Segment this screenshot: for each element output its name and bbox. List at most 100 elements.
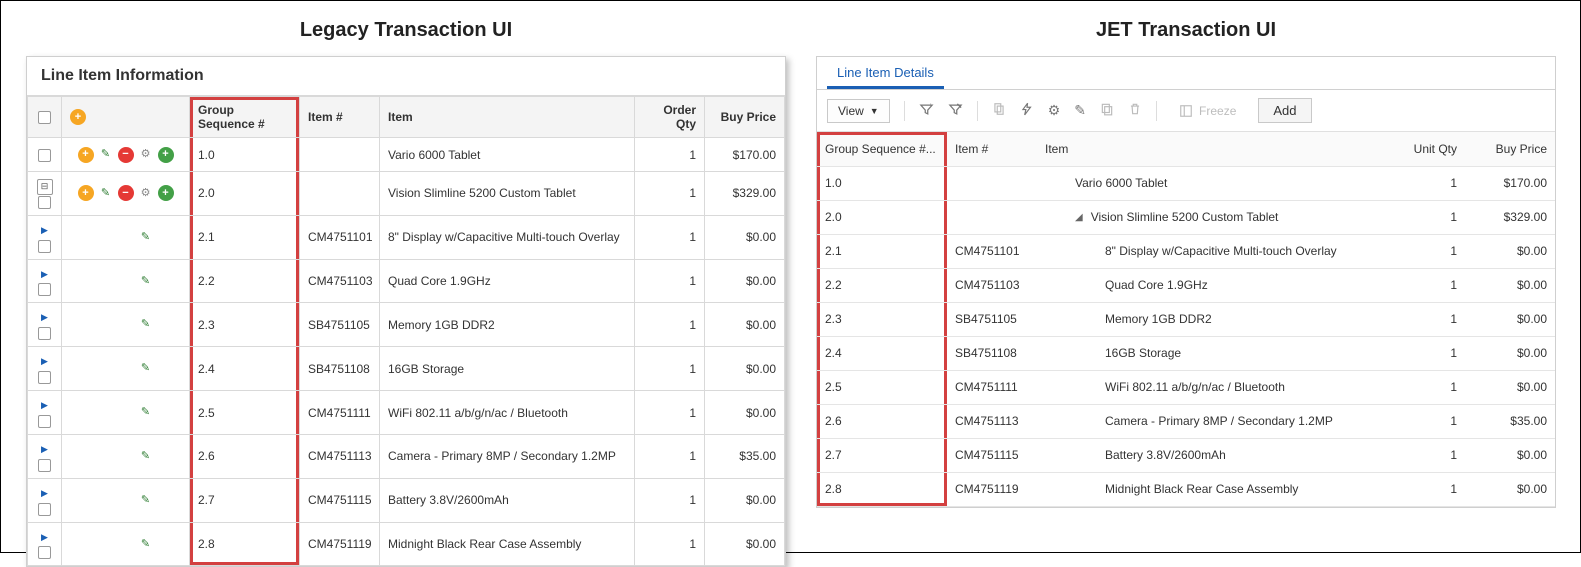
collapse-icon[interactable]: ◢ [1075, 212, 1083, 223]
plus-green-icon[interactable]: + [158, 147, 174, 163]
remove-icon[interactable]: − [118, 185, 134, 201]
edit-icon[interactable]: ✎ [138, 273, 154, 289]
edit-icon[interactable]: ✎ [98, 185, 114, 201]
table-row[interactable]: 2.6CM4751113Camera - Primary 8MP / Secon… [817, 404, 1555, 438]
jet-header-item-num[interactable]: Item # [947, 132, 1037, 166]
row-checkbox-cell[interactable]: ▶ [28, 215, 62, 259]
group-seq-cell: 2.6 [190, 434, 300, 478]
row-checkbox-cell[interactable]: ▶ [28, 347, 62, 391]
trash-icon[interactable] [1128, 102, 1142, 119]
jet-tab-line-item-details[interactable]: Line Item Details [827, 57, 944, 89]
row-checkbox-cell[interactable]: ▶ [28, 391, 62, 435]
row-checkbox-cell[interactable]: ▶ [28, 522, 62, 566]
checkbox-icon[interactable] [38, 149, 51, 162]
item-num-cell: CM4751101 [300, 215, 380, 259]
checkbox-icon[interactable] [38, 111, 51, 124]
edit-icon[interactable]: ✎ [138, 448, 154, 464]
table-row[interactable]: 2.5CM4751111WiFi 802.11 a/b/g/n/ac / Blu… [817, 370, 1555, 404]
checkbox-icon[interactable] [38, 415, 51, 428]
row-checkbox-cell[interactable]: ⊟ [28, 172, 62, 216]
lightning-icon[interactable] [1020, 102, 1034, 119]
edit-icon[interactable]: ✎ [138, 405, 154, 421]
copy-doc-icon[interactable] [992, 102, 1006, 119]
row-checkbox-cell[interactable] [28, 138, 62, 172]
filter-add-icon[interactable]: + [919, 102, 934, 120]
item-name-cell: ◢Vision Slimline 5200 Custom Tablet [1037, 200, 1385, 234]
plus-green-icon[interactable]: + [158, 185, 174, 201]
expand-icon[interactable]: ▶ [37, 441, 53, 457]
table-row[interactable]: 2.1CM47511018" Display w/Capacitive Mult… [817, 234, 1555, 268]
group-seq-cell: 2.5 [817, 370, 947, 404]
row-checkbox-cell[interactable]: ▶ [28, 434, 62, 478]
row-checkbox-cell[interactable]: ▶ [28, 478, 62, 522]
table-row[interactable]: ▶ ✎2.1CM47511018" Display w/Capacitive M… [28, 215, 785, 259]
table-row[interactable]: ▶ ✎2.2CM4751103Quad Core 1.9GHz1$0.00 [28, 259, 785, 303]
remove-icon[interactable]: − [118, 147, 134, 163]
table-row[interactable]: ▶ ✎2.8CM4751119Midnight Black Rear Case … [28, 522, 785, 566]
table-row[interactable]: 2.2CM4751103Quad Core 1.9GHz1$0.00 [817, 268, 1555, 302]
expand-icon[interactable]: ▶ [37, 398, 53, 414]
expand-icon[interactable]: ▶ [37, 529, 53, 545]
jet-header-price[interactable]: Buy Price [1465, 132, 1555, 166]
checkbox-icon[interactable] [38, 459, 51, 472]
item-name-cell: 8" Display w/Capacitive Multi-touch Over… [1037, 234, 1385, 268]
table-row[interactable]: ⊟ +✎−⚙+2.0Vision Slimline 5200 Custom Ta… [28, 172, 785, 216]
jet-header-group-seq[interactable]: Group Sequence #... [817, 132, 947, 166]
legacy-header-item-num[interactable]: Item # [300, 97, 380, 138]
legacy-header-checkbox[interactable] [28, 97, 62, 138]
jet-add-button[interactable]: Add [1258, 98, 1311, 123]
gear-icon[interactable]: ⚙ [1048, 102, 1061, 119]
add-icon[interactable]: + [78, 185, 94, 201]
svg-text:+: + [929, 102, 933, 109]
legacy-header-group-seq[interactable]: Group Sequence # [190, 97, 300, 138]
table-row[interactable]: ▶ ✎2.6CM4751113Camera - Primary 8MP / Se… [28, 434, 785, 478]
checkbox-icon[interactable] [38, 196, 51, 209]
table-row[interactable]: 2.3SB4751105Memory 1GB DDR21$0.00 [817, 302, 1555, 336]
checkbox-icon[interactable] [38, 240, 51, 253]
collapse-icon[interactable]: ⊟ [37, 179, 53, 195]
checkbox-icon[interactable] [38, 327, 51, 340]
checkbox-icon[interactable] [38, 371, 51, 384]
gear-icon[interactable]: ⚙ [138, 185, 154, 201]
duplicate-icon[interactable] [1100, 102, 1114, 119]
gear-icon[interactable]: ⚙ [138, 147, 154, 163]
table-row[interactable]: ▶ ✎2.7CM4751115Battery 3.8V/2600mAh1$0.0… [28, 478, 785, 522]
checkbox-icon[interactable] [38, 503, 51, 516]
edit-icon[interactable]: ✎ [98, 147, 114, 163]
table-row[interactable]: +✎−⚙+1.0Vario 6000 Tablet1$170.00 [28, 138, 785, 172]
table-row[interactable]: 2.8CM4751119Midnight Black Rear Case Ass… [817, 472, 1555, 506]
edit-icon[interactable]: ✎ [138, 229, 154, 245]
price-cell: $0.00 [705, 259, 785, 303]
table-row[interactable]: ▶ ✎2.4SB475110816GB Storage1$0.00 [28, 347, 785, 391]
edit-icon[interactable]: ✎ [138, 492, 154, 508]
edit-icon[interactable]: ✎ [138, 317, 154, 333]
edit-icon[interactable]: ✎ [138, 536, 154, 552]
table-row[interactable]: 1.0Vario 6000 Tablet1$170.00 [817, 166, 1555, 200]
item-name-cell: WiFi 802.11 a/b/g/n/ac / Bluetooth [1037, 370, 1385, 404]
legacy-header-price[interactable]: Buy Price [705, 97, 785, 138]
expand-icon[interactable]: ▶ [37, 354, 53, 370]
add-icon[interactable]: + [78, 147, 94, 163]
table-row[interactable]: 2.4SB475110816GB Storage1$0.00 [817, 336, 1555, 370]
table-row[interactable]: ▶ ✎2.3SB4751105Memory 1GB DDR21$0.00 [28, 303, 785, 347]
pencil-icon[interactable]: ✎ [1074, 102, 1086, 119]
expand-icon[interactable]: ▶ [37, 266, 53, 282]
row-checkbox-cell[interactable]: ▶ [28, 259, 62, 303]
table-row[interactable]: 2.0◢Vision Slimline 5200 Custom Tablet1$… [817, 200, 1555, 234]
expand-icon[interactable]: ▶ [37, 222, 53, 238]
legacy-header-qty[interactable]: Order Qty [635, 97, 705, 138]
filter-clear-icon[interactable] [948, 102, 963, 120]
legacy-header-item[interactable]: Item [380, 97, 635, 138]
jet-view-button[interactable]: View ▼ [827, 99, 890, 123]
checkbox-icon[interactable] [38, 283, 51, 296]
table-row[interactable]: 2.7CM4751115Battery 3.8V/2600mAh1$0.00 [817, 438, 1555, 472]
jet-header-item[interactable]: Item [1037, 132, 1385, 166]
row-checkbox-cell[interactable]: ▶ [28, 303, 62, 347]
jet-header-qty[interactable]: Unit Qty [1385, 132, 1465, 166]
expand-icon[interactable]: ▶ [37, 310, 53, 326]
edit-icon[interactable]: ✎ [138, 361, 154, 377]
add-icon[interactable]: + [70, 109, 86, 125]
expand-icon[interactable]: ▶ [37, 485, 53, 501]
table-row[interactable]: ▶ ✎2.5CM4751111WiFi 802.11 a/b/g/n/ac / … [28, 391, 785, 435]
qty-cell: 1 [1385, 234, 1465, 268]
